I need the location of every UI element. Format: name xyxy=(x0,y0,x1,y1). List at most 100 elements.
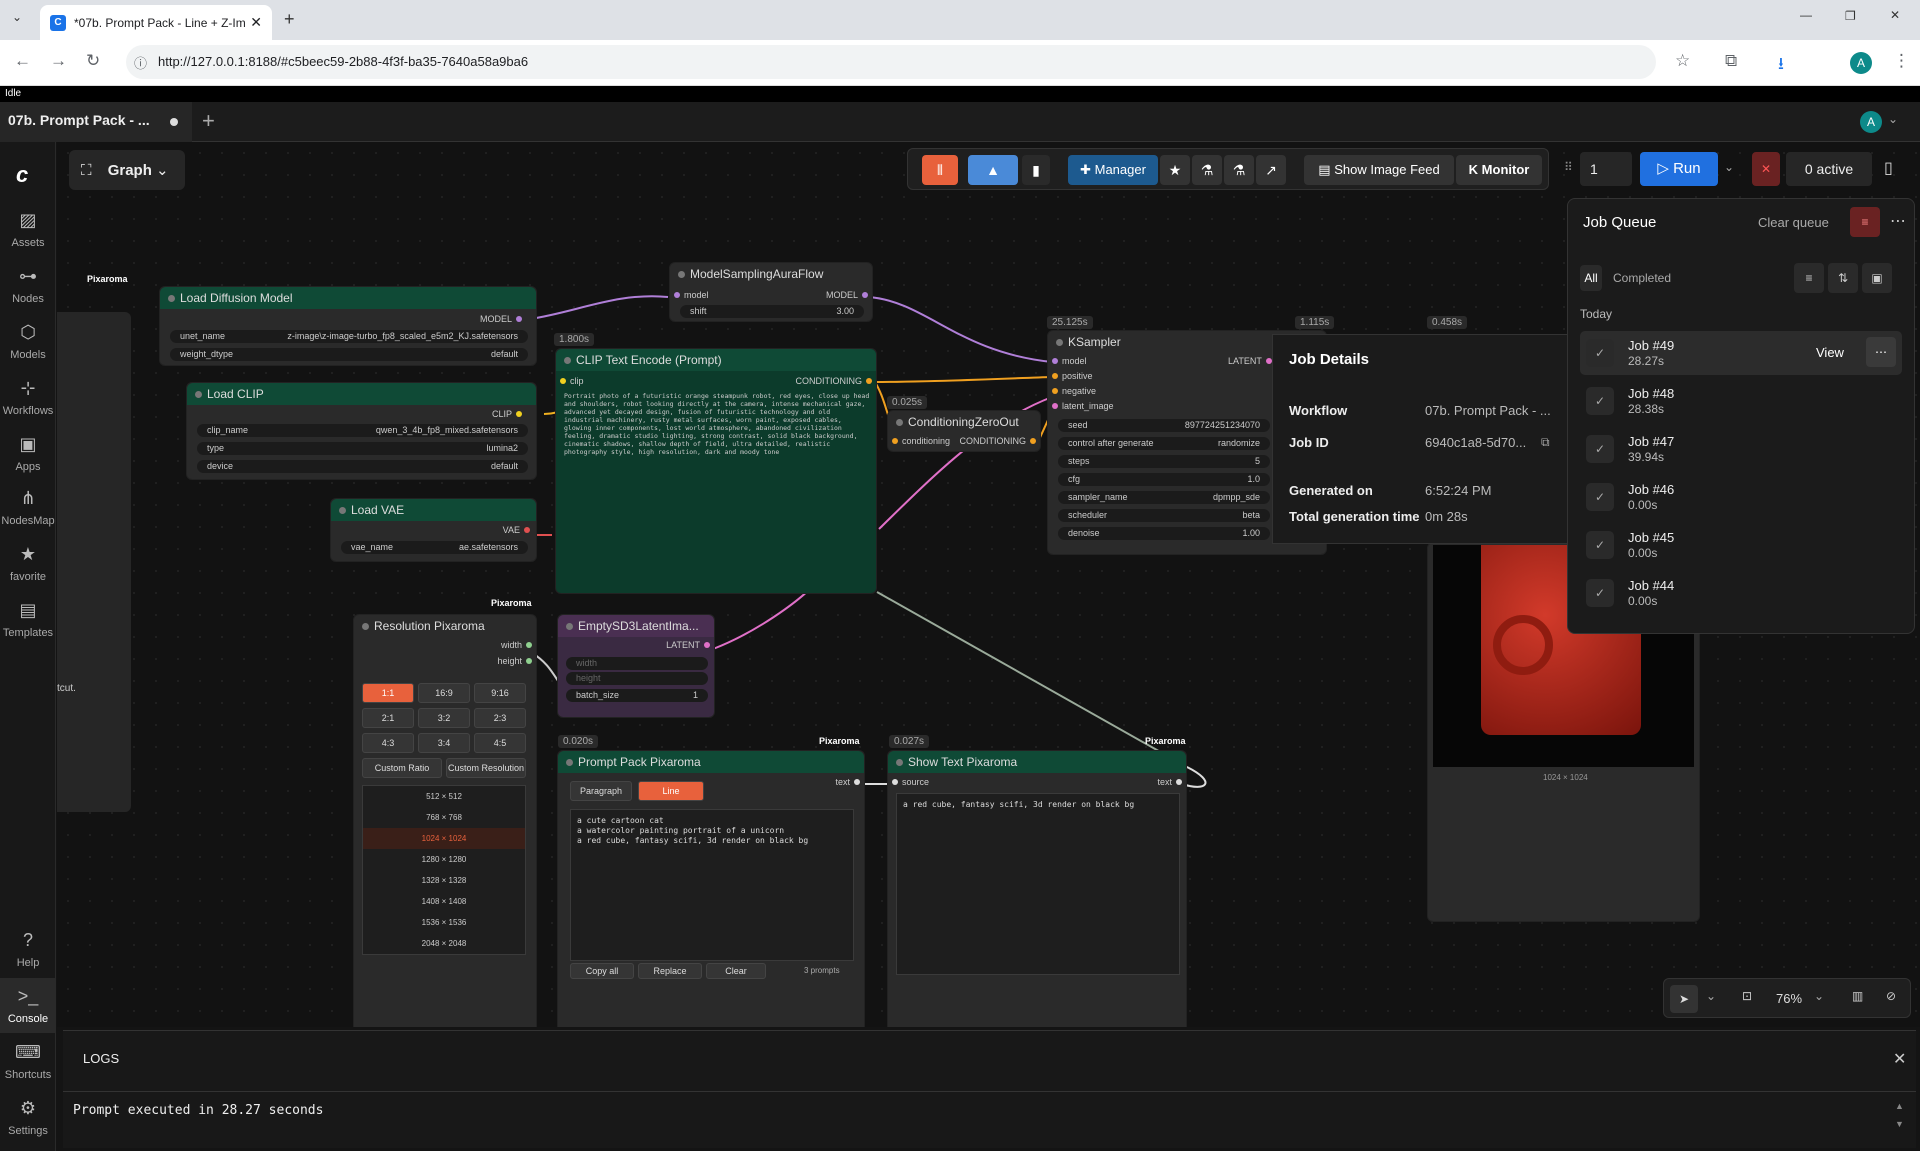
output-text[interactable]: text xyxy=(835,777,864,787)
input-latent-image[interactable]: latent_image xyxy=(1048,401,1114,411)
copy-icon[interactable]: ⧉ xyxy=(1541,435,1550,450)
more-options-icon[interactable]: ⋯ xyxy=(1890,211,1906,231)
profile-avatar[interactable]: A xyxy=(1850,52,1872,74)
batch-size-widget[interactable]: batch_size 1 xyxy=(566,689,708,702)
cancel-run-button[interactable]: ✕ xyxy=(1752,152,1780,186)
ratio-3-4-button[interactable]: 3:4 xyxy=(418,733,470,753)
job-row[interactable]: ✓ Job #45 0.00s xyxy=(1580,523,1902,567)
shift-widget[interactable]: shift 3.00 xyxy=(680,305,864,318)
resolution-option[interactable]: 1328 × 1328 xyxy=(363,870,525,891)
bookmark-button[interactable]: ▮ xyxy=(1022,155,1050,185)
job-row[interactable]: ✓ Job #48 28.38s xyxy=(1580,379,1902,423)
user-avatar[interactable]: A xyxy=(1860,111,1882,133)
sidebar-item-favorite[interactable]: ★ favorite xyxy=(0,544,56,583)
resolution-option[interactable]: 512 × 512 xyxy=(363,786,525,807)
output-conditioning[interactable]: CONDITIONING xyxy=(796,376,877,386)
ratio-4-3-button[interactable]: 4:3 xyxy=(362,733,414,753)
resolution-option-selected[interactable]: 1024 × 1024 xyxy=(363,828,525,849)
restore-icon[interactable]: ❐ xyxy=(1845,9,1856,23)
monitor-button[interactable]: K Monitor xyxy=(1456,155,1542,185)
logo-button[interactable]: ▲ xyxy=(968,155,1018,185)
site-info-icon[interactable]: ⓘ xyxy=(134,53,147,72)
close-logs-icon[interactable]: ✕ xyxy=(1893,1049,1906,1069)
tool-a-button[interactable]: ⚗ xyxy=(1192,155,1222,185)
prompt-textarea[interactable]: Portrait photo of a futuristic orange st… xyxy=(564,392,870,472)
ratio-9-16-button[interactable]: 9:16 xyxy=(474,683,526,703)
control-after-generate-widget[interactable]: control after generate randomize xyxy=(1058,437,1270,450)
load-diffusion-model-node[interactable]: Load Diffusion Model MODEL unet_name z-im… xyxy=(159,286,537,366)
denoise-widget[interactable]: denoise 1.00 xyxy=(1058,527,1270,540)
bookmark-star-icon[interactable]: ☆ xyxy=(1675,51,1690,71)
clip-device-widget[interactable]: device default xyxy=(197,460,528,473)
reload-icon[interactable]: ↻ xyxy=(86,51,100,71)
output-clip[interactable]: CLIP xyxy=(492,409,526,419)
resolution-option[interactable]: 2048 × 2048 xyxy=(363,933,525,954)
output-latent[interactable]: LATENT xyxy=(1228,356,1276,366)
output-height[interactable]: height xyxy=(497,656,536,666)
input-positive[interactable]: positive xyxy=(1048,371,1093,381)
vae-name-widget[interactable]: vae_name ae.safetensors xyxy=(341,541,528,554)
weight-dtype-widget[interactable]: weight_dtype default xyxy=(170,348,528,361)
output-text[interactable]: text xyxy=(1157,777,1186,787)
extensions-icon[interactable]: ⧉ xyxy=(1725,51,1737,71)
seed-widget[interactable]: seed 897724251234070 xyxy=(1058,419,1270,432)
drag-handle-icon[interactable]: ⠿ xyxy=(1564,160,1573,174)
batch-count-input[interactable]: 1 xyxy=(1580,152,1632,186)
filter-button[interactable]: ≡ xyxy=(1794,263,1824,293)
clip-text-encode-node[interactable]: CLIP Text Encode (Prompt) clip CONDITION… xyxy=(555,348,877,594)
height-input[interactable]: height xyxy=(566,672,708,685)
sidebar-item-apps[interactable]: ▣ Apps xyxy=(0,434,56,473)
new-workflow-tab-icon[interactable]: + xyxy=(202,108,215,134)
tab-completed[interactable]: Completed xyxy=(1613,271,1671,285)
width-input[interactable]: width xyxy=(566,657,708,670)
resolution-option[interactable]: 1408 × 1408 xyxy=(363,891,525,912)
job-more-icon[interactable]: ⋯ xyxy=(1866,337,1896,367)
line-tab[interactable]: Line xyxy=(638,781,704,801)
job-row[interactable]: ✓ Job #46 0.00s xyxy=(1580,475,1902,519)
sidebar-item-workflows[interactable]: ⊹ Workflows xyxy=(0,378,56,417)
prompt-pack-pixaroma-node[interactable]: Prompt Pack Pixaroma text Paragraph Line… xyxy=(557,750,865,1027)
output-model[interactable]: MODEL xyxy=(826,290,872,300)
sort-button[interactable]: ⇅ xyxy=(1828,263,1858,293)
load-clip-node[interactable]: Load CLIP CLIP clip_name qwen_3_4b_fp8_mi… xyxy=(186,382,537,480)
ratio-16-9-button[interactable]: 16:9 xyxy=(418,683,470,703)
fit-view-icon[interactable]: ⊡ xyxy=(1742,989,1752,1003)
custom-ratio-button[interactable]: Custom Ratio xyxy=(362,758,442,778)
panel-toggle-icon[interactable]: ▯ xyxy=(1884,158,1893,178)
sidebar-item-nodes[interactable]: ⊶ Nodes xyxy=(0,266,56,305)
copy-all-button[interactable]: Copy all xyxy=(570,963,634,979)
zoom-level[interactable]: 76% xyxy=(1776,991,1802,1006)
unet-name-widget[interactable]: unet_name z-image\z-image-turbo_fp8_scale… xyxy=(170,330,528,343)
input-conditioning[interactable]: conditioning xyxy=(888,436,950,446)
custom-resolution-button[interactable]: Custom Resolution xyxy=(446,758,526,778)
minimize-icon[interactable]: — xyxy=(1800,8,1812,22)
resolution-option[interactable]: 1280 × 1280 xyxy=(363,849,525,870)
sidebar-item-settings[interactable]: ⚙ Settings xyxy=(0,1098,56,1137)
input-clip[interactable]: clip xyxy=(556,376,584,386)
output-width[interactable]: width xyxy=(501,640,536,650)
star-button[interactable]: ★ xyxy=(1160,155,1190,185)
minimap-icon[interactable]: ▥ xyxy=(1852,989,1863,1003)
new-tab-icon[interactable]: + xyxy=(284,9,295,30)
clip-name-widget[interactable]: clip_name qwen_3_4b_fp8_mixed.safetensors xyxy=(197,424,528,437)
sidebar-item-templates[interactable]: ▤ Templates xyxy=(0,600,56,639)
download-icon[interactable]: ⭳ xyxy=(1778,51,1784,80)
model-sampling-aura-flow-node[interactable]: ModelSamplingAuraFlow model MODEL shift 3… xyxy=(669,262,873,322)
audio-bars-button[interactable]: ⦀ xyxy=(922,155,958,185)
close-window-icon[interactable]: ✕ xyxy=(1890,8,1900,22)
graph-selector[interactable]: ⛶ Graph ⌄ xyxy=(69,150,185,190)
output-model[interactable]: MODEL xyxy=(480,314,526,324)
sidebar-item-assets[interactable]: ▨ Assets xyxy=(0,210,56,249)
ratio-2-3-button[interactable]: 2:3 xyxy=(474,708,526,728)
share-button[interactable]: ↗ xyxy=(1256,155,1286,185)
ratio-1-1-button[interactable]: 1:1 xyxy=(362,683,414,703)
gallery-button[interactable]: ▣ xyxy=(1862,263,1892,293)
scheduler-widget[interactable]: scheduler beta xyxy=(1058,509,1270,522)
resolution-option[interactable]: 1536 × 1536 xyxy=(363,912,525,933)
load-vae-node[interactable]: Load VAE VAE vae_name ae.safetensors xyxy=(330,498,537,562)
zoom-chevron-icon[interactable]: ⌄ xyxy=(1814,989,1824,1003)
replace-button[interactable]: Replace xyxy=(638,963,702,979)
comfy-logo[interactable]: c xyxy=(16,162,28,188)
clear-queue-icon-button[interactable]: ≡ xyxy=(1850,207,1880,237)
run-options-chevron-icon[interactable]: ⌄ xyxy=(1724,160,1734,174)
